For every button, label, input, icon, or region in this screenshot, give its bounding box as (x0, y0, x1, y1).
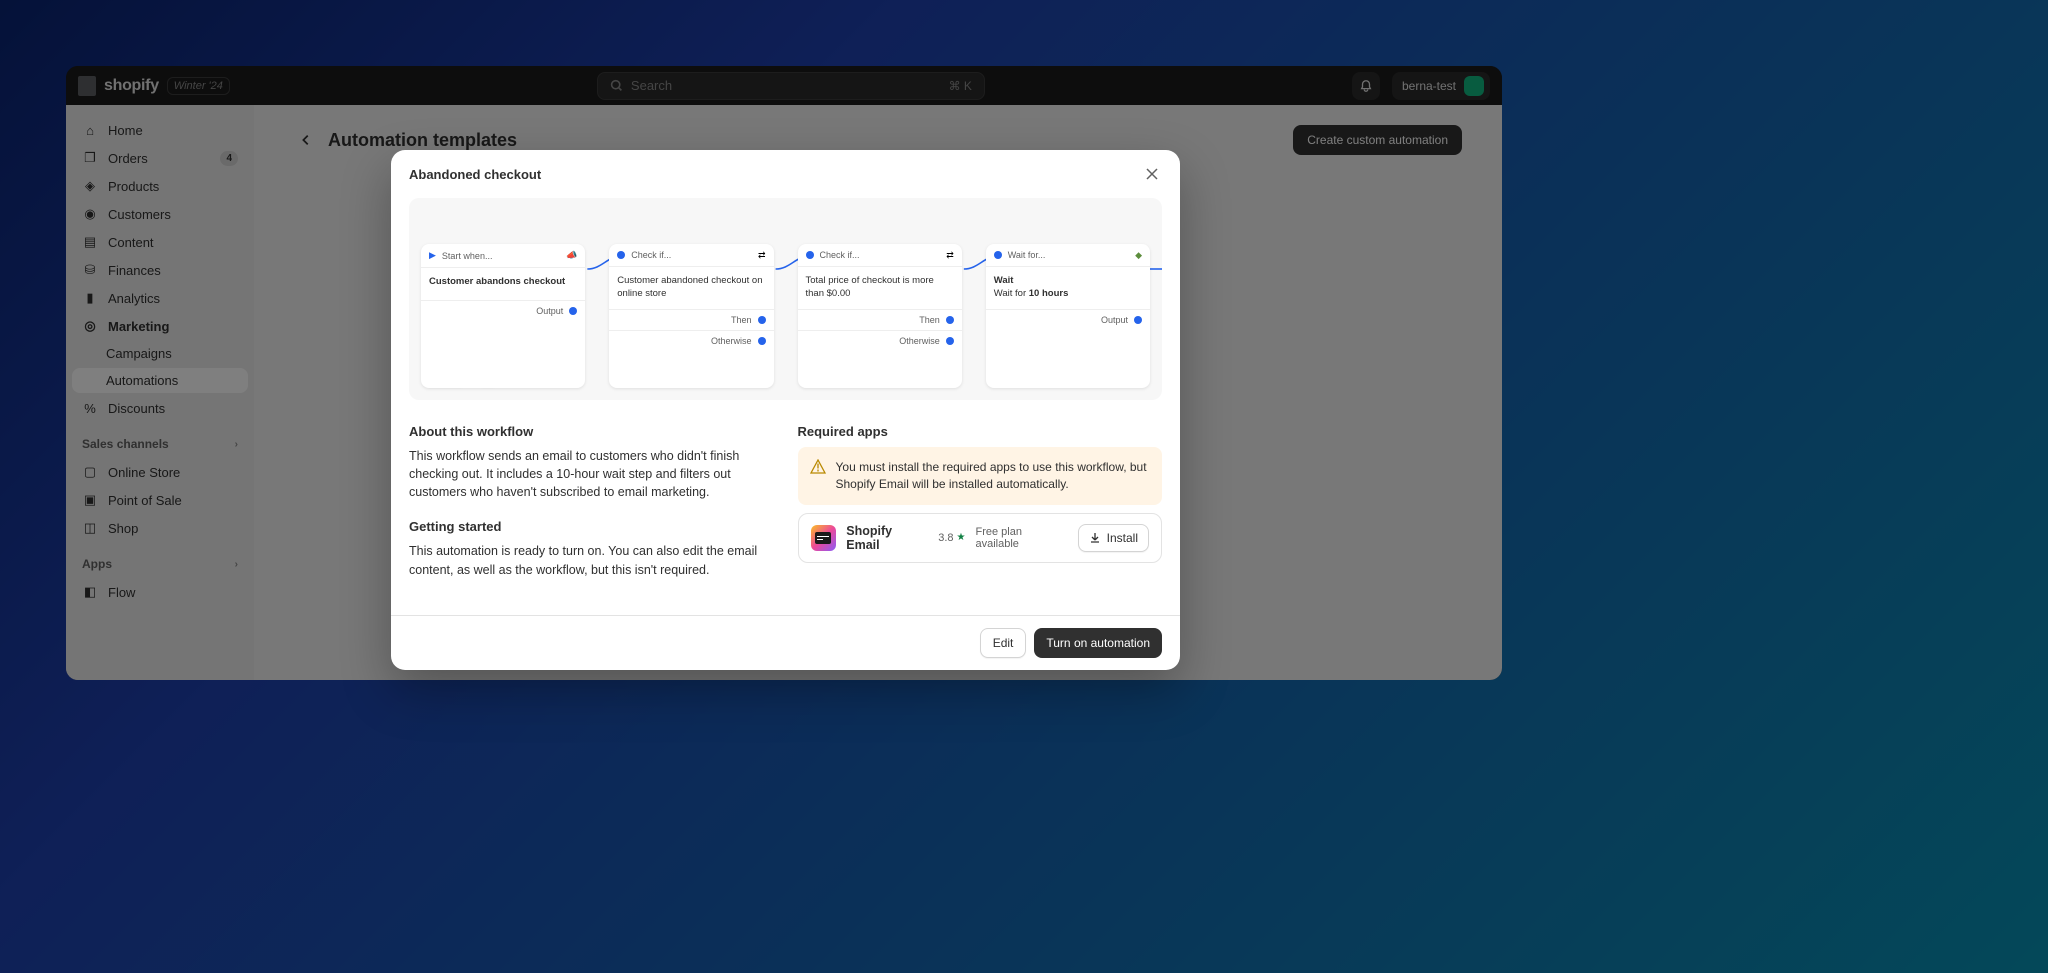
workflow-node-check-2[interactable]: Check if...⇄ Total price of checkout is … (798, 244, 962, 388)
required-app-row: Shopify Email 3.8★ Free plan available I… (798, 513, 1163, 563)
condition-icon: ⇄ (758, 250, 766, 261)
shopify-bag-icon: ◆ (1135, 250, 1142, 261)
megaphone-icon: 📣 (566, 250, 577, 261)
app-rating: 3.8★ (938, 532, 965, 544)
getting-started-heading: Getting started (409, 519, 774, 534)
warning-icon (810, 459, 826, 475)
output-port (946, 316, 954, 324)
close-button[interactable] (1142, 164, 1162, 184)
modal-title: Abandoned checkout (409, 167, 541, 182)
abandoned-checkout-modal: Abandoned checkout ▶Start when...📣 Custo… (391, 150, 1180, 670)
required-apps-heading: Required apps (798, 424, 1163, 439)
warning-banner: You must install the required apps to us… (798, 447, 1163, 505)
shopify-email-icon (811, 525, 837, 551)
input-port (617, 251, 625, 259)
output-port (1134, 316, 1142, 324)
input-port (806, 251, 814, 259)
condition-icon: ⇄ (946, 250, 954, 261)
workflow-node-check-1[interactable]: Check if...⇄ Customer abandoned checkout… (609, 244, 773, 388)
close-icon (1146, 168, 1158, 180)
output-port (758, 337, 766, 345)
download-icon (1089, 532, 1101, 544)
workflow-preview[interactable]: ▶Start when...📣 Customer abandons checko… (409, 198, 1162, 400)
getting-started-text: This automation is ready to turn on. You… (409, 542, 774, 578)
star-icon: ★ (957, 532, 966, 543)
output-port (946, 337, 954, 345)
workflow-node-wait[interactable]: Wait for...◆ WaitWait for 10 hours Outpu… (986, 244, 1150, 388)
output-port (758, 316, 766, 324)
about-text: This workflow sends an email to customer… (409, 447, 774, 501)
output-port (569, 307, 577, 315)
turn-on-button[interactable]: Turn on automation (1034, 628, 1162, 658)
workflow-node-start[interactable]: ▶Start when...📣 Customer abandons checko… (421, 244, 585, 388)
app-name: Shopify Email (846, 524, 928, 552)
play-icon: ▶ (429, 250, 436, 261)
input-port (994, 251, 1002, 259)
edit-button[interactable]: Edit (980, 628, 1027, 658)
app-plan: Free plan available (975, 526, 1067, 550)
install-button[interactable]: Install (1078, 524, 1149, 552)
about-heading: About this workflow (409, 424, 774, 439)
